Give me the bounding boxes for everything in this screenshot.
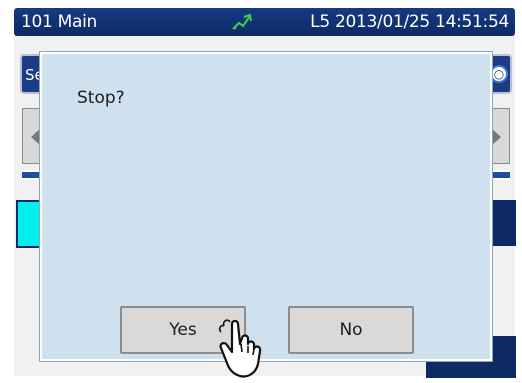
screen: 101 Main L5 2013/01/25 14:51:54 Se ○ Sto…: [0, 0, 522, 383]
status-location: 101 Main: [21, 12, 98, 32]
confirm-dialog: Stop? Yes No: [39, 51, 493, 362]
status-datetime: L5 2013/01/25 14:51:54: [310, 12, 509, 32]
circle-icon: ○: [490, 65, 508, 83]
dialog-message: Stop?: [77, 88, 125, 108]
no-button[interactable]: No: [288, 306, 414, 354]
signal-icon: [232, 13, 252, 30]
yes-button[interactable]: Yes: [120, 306, 246, 354]
chevron-right-icon: [491, 128, 501, 146]
status-bar: 101 Main L5 2013/01/25 14:51:54: [14, 8, 515, 36]
